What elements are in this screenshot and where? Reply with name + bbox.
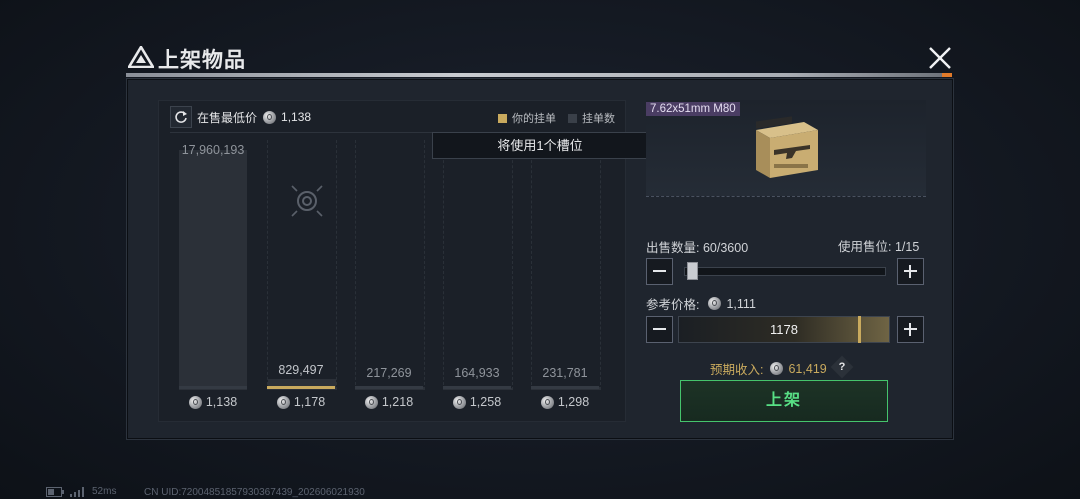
help-icon[interactable]: ?	[834, 359, 850, 375]
bar-column[interactable]	[355, 140, 425, 390]
quantity-slider-handle[interactable]	[687, 262, 698, 280]
legend-label-mine: 你的挂单	[512, 113, 556, 125]
dialog-header: 上架物品	[126, 42, 952, 78]
bar-price-text: 1,178	[293, 395, 326, 409]
ammo-box-icon	[756, 116, 818, 178]
bar-price-text: 1,298	[557, 395, 590, 409]
lowest-price-label: 在售最低价	[197, 110, 258, 125]
bar-price-label: 1,298	[520, 395, 610, 409]
coin-icon	[364, 395, 378, 409]
quantity-increase-button[interactable]	[897, 258, 924, 285]
lowest-price-row: 在售最低价 1,138	[170, 106, 311, 128]
slot-tooltip: 将使用1个槽位	[432, 132, 648, 159]
bar-price-label: 1,138	[168, 395, 258, 409]
coin-icon	[188, 395, 202, 409]
bar-price-label: 1,178	[256, 395, 346, 409]
crosshair-icon	[291, 185, 323, 217]
slots-value: 1/15	[894, 240, 920, 254]
bar-price-text: 1,218	[381, 395, 414, 409]
bar-column[interactable]	[443, 140, 513, 390]
bar-column[interactable]	[267, 140, 337, 390]
ping-value: 52ms	[92, 486, 117, 497]
title-divider	[126, 73, 952, 77]
battery-icon	[46, 486, 64, 497]
legend-swatch-count	[568, 113, 577, 123]
legend-item-mine: 你的挂单	[498, 110, 556, 126]
bar-value-label: 217,269	[366, 366, 412, 380]
income-row: 预期收入: 61,419	[710, 359, 827, 378]
dialog-title: 上架物品	[158, 49, 246, 72]
bar-value-label: 829,497	[278, 363, 324, 377]
bar-price-text: 1,258	[469, 395, 502, 409]
bar-baseline	[531, 386, 599, 389]
price-decrease-button[interactable]	[646, 316, 673, 343]
bar-value-label: 17,960,193	[181, 143, 245, 157]
title-accent	[942, 73, 952, 77]
legend-label-count: 挂单数	[582, 113, 615, 125]
uid-text: CN UID:72004851857930367439_202606021930	[144, 487, 365, 498]
income-label: 预期收入:	[710, 363, 764, 377]
price-input-caret	[858, 316, 861, 343]
chart-legend: 你的挂单 挂单数	[498, 110, 627, 126]
bar	[179, 150, 247, 390]
bar-baseline	[355, 386, 423, 389]
item-name-tag: 7.62x51mm M80	[646, 102, 740, 116]
quantity-label: 出售数量: 60/3600	[646, 241, 749, 255]
bar-price-label: 1,258	[432, 395, 522, 409]
bar-column[interactable]	[179, 140, 247, 390]
ref-price-label: 参考价格:	[646, 298, 700, 312]
income-value: 61,419	[788, 361, 827, 376]
coin-icon	[276, 395, 290, 409]
refresh-icon	[175, 111, 187, 123]
lowest-price-value: 1,138	[281, 110, 312, 124]
signal-icon	[70, 486, 84, 497]
ref-price-value: 1,111	[726, 296, 756, 311]
my-listing-marker	[267, 386, 335, 389]
bar-value-label: 164,933	[454, 366, 500, 380]
list-item-button[interactable]: 上架	[680, 380, 888, 422]
coin-icon	[708, 297, 722, 310]
ref-price-row: 参考价格: 1,111	[646, 294, 756, 313]
bar-baseline	[179, 386, 247, 389]
quantity-value: 60/3600	[702, 241, 749, 255]
status-bar: 52ms	[46, 486, 116, 497]
bar-column[interactable]	[531, 140, 601, 390]
quantity-decrease-button[interactable]	[646, 258, 673, 285]
legend-item-count: 挂单数	[568, 110, 615, 126]
coin-icon	[540, 395, 554, 409]
bar-baseline	[443, 386, 511, 389]
refresh-button[interactable]	[170, 106, 192, 128]
bar-price-label: 1,218	[344, 395, 434, 409]
bar-value-label: 231,781	[542, 366, 588, 380]
legend-swatch-mine	[498, 113, 507, 123]
coin-icon	[263, 110, 277, 124]
triangle-logo-icon	[128, 46, 154, 68]
coin-icon	[770, 362, 784, 375]
bar-price-text: 1,138	[205, 395, 238, 409]
slots-label: 使用售位: 1/15	[838, 240, 920, 254]
price-increase-button[interactable]	[897, 316, 924, 343]
coin-icon	[452, 395, 466, 409]
quantity-slider[interactable]	[684, 267, 886, 276]
close-icon[interactable]	[926, 44, 954, 72]
